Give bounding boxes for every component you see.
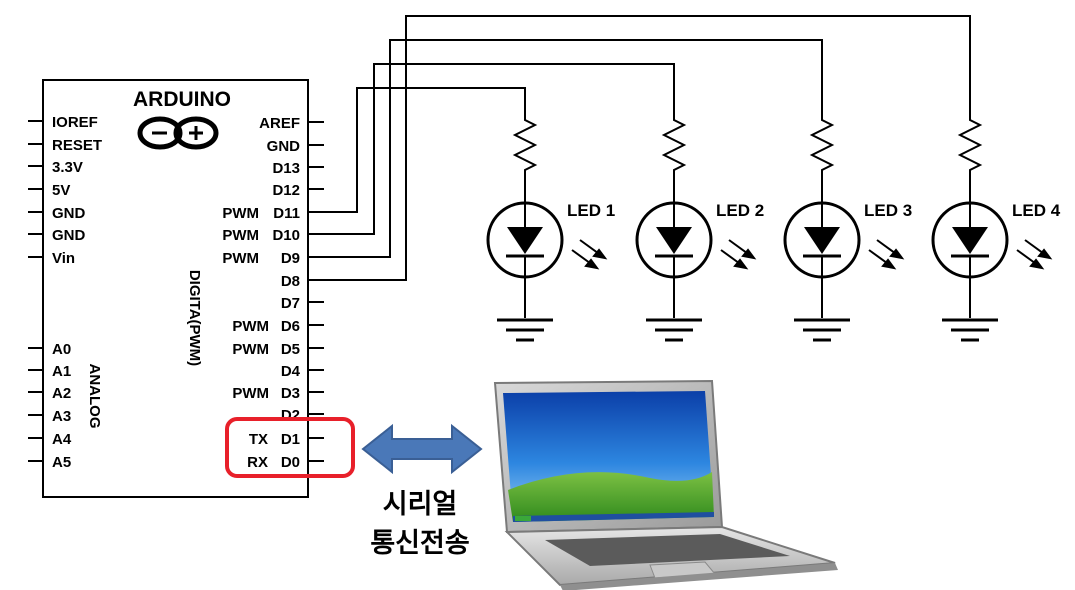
pwm-label: PWM <box>232 318 269 335</box>
led-label: LED 1 <box>567 201 615 220</box>
analog-pin-label: A0 <box>52 341 71 358</box>
rx-label: RX <box>247 454 268 471</box>
led-label: LED 2 <box>716 201 764 220</box>
led-label: LED 3 <box>864 201 912 220</box>
pin-label: D7 <box>281 295 300 312</box>
pin-label: 5V <box>52 182 70 199</box>
pin-label: 3.3V <box>52 159 83 176</box>
led-circuit-2 <box>635 112 757 342</box>
board-title: ARDUINO <box>133 88 231 111</box>
pin-label: RESET <box>52 137 102 154</box>
pwm-label: PWM <box>222 227 259 244</box>
pin-label: D11 <box>273 205 300 222</box>
light-rays-icon <box>571 239 608 270</box>
led-circuit-1 <box>486 112 608 342</box>
analog-pin-label: A4 <box>52 431 72 448</box>
pin-label: GND <box>52 205 86 222</box>
analog-pin-label: A1 <box>52 363 71 380</box>
circuit-diagram: ARDUINO IOREF RESET 3.3V 5V GND GND Vin … <box>28 15 1061 590</box>
pin-label: D6 <box>281 318 300 335</box>
resistor-icon <box>957 112 983 203</box>
pwm-label: PWM <box>232 341 269 358</box>
pin-label: D12 <box>272 182 300 199</box>
light-rays-icon <box>1016 239 1053 270</box>
ground-icon <box>794 318 850 342</box>
pin-label: IOREF <box>52 114 98 131</box>
bidirectional-arrow-icon <box>361 423 483 475</box>
pwm-label: PWM <box>222 205 259 222</box>
pin-label: D1 <box>281 431 300 448</box>
led-circuit-4 <box>931 112 1053 342</box>
pin-label: GND <box>52 227 86 244</box>
pin-label: D2 <box>281 407 300 424</box>
analog-pin-label: A2 <box>52 385 71 402</box>
right-pin-ticks <box>308 121 324 462</box>
light-rays-icon <box>720 239 757 270</box>
ground-icon <box>942 318 998 342</box>
pin-label: Vin <box>52 250 75 267</box>
resistor-icon <box>512 112 538 203</box>
resistor-icon <box>809 112 835 203</box>
pin-label: D4 <box>281 363 301 380</box>
pin-label: D10 <box>272 227 300 244</box>
left-pin-ticks <box>28 120 43 462</box>
analog-label: ANALOG <box>86 364 103 429</box>
pin-label: D0 <box>281 454 300 471</box>
pwm-label: PWM <box>232 385 269 402</box>
pin-label: D9 <box>281 250 300 267</box>
tx-label: TX <box>249 431 268 448</box>
serial-label-line2: 통신전송 <box>370 528 469 558</box>
analog-pin-label: A5 <box>52 454 71 471</box>
ground-icon <box>646 318 702 342</box>
pin-label: GND <box>267 138 301 155</box>
pwm-label: PWM <box>222 250 259 267</box>
resistor-icon <box>661 112 687 203</box>
light-rays-icon <box>868 239 905 270</box>
digital-label: DIGITA(PWM) <box>186 270 203 366</box>
led-label: LED 4 <box>1012 201 1061 220</box>
laptop-icon <box>493 379 838 590</box>
analog-pin-label: A3 <box>52 408 71 425</box>
pin-label: D5 <box>281 341 300 358</box>
pin-label: AREF <box>259 115 300 132</box>
pin-label: D13 <box>272 160 300 177</box>
ground-icon <box>497 318 553 342</box>
serial-label-line1: 시리얼 <box>383 489 458 519</box>
led-circuit-3 <box>783 112 905 342</box>
pin-label: D8 <box>281 273 300 290</box>
pin-label: D3 <box>281 385 300 402</box>
